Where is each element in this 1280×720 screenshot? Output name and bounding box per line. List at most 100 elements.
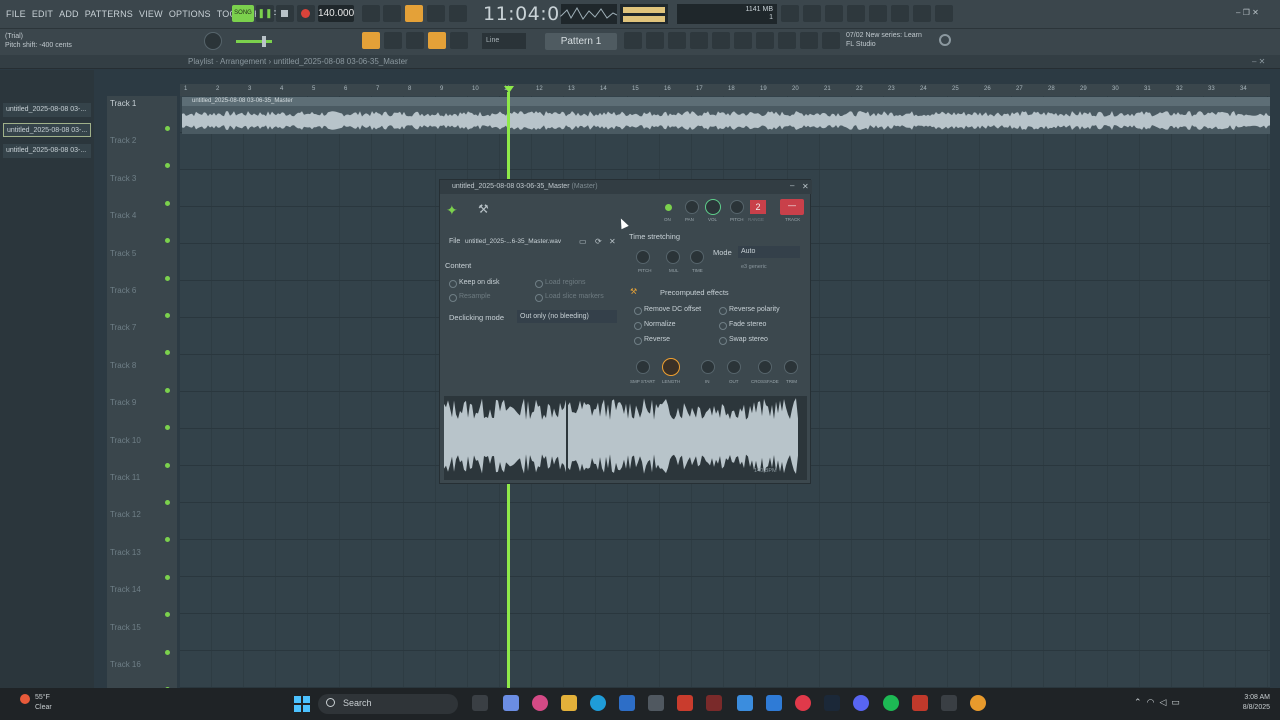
windows-start-icon[interactable] (294, 696, 310, 712)
track-label[interactable]: Track 2 (110, 136, 136, 145)
blend-notes-icon[interactable] (427, 5, 445, 22)
reverse-polarity-checkbox[interactable]: Reverse polarity (719, 306, 780, 315)
volume-icon[interactable]: ◁ (1159, 697, 1166, 707)
track-label[interactable]: Track 9 (110, 398, 136, 407)
timeline-ruler[interactable]: 1 2 3 4 5 6 7 8 9 10 11 12 13 14 15 16 17 18 19 20 21 22 23 24 2… (180, 84, 1270, 96)
song-position-display[interactable]: 11:04:04 (483, 3, 572, 25)
track-mute-led[interactable] (165, 350, 170, 356)
cut-icon[interactable] (803, 5, 821, 22)
crossfade-knob[interactable] (758, 360, 772, 374)
playhead-marker-icon[interactable] (504, 86, 514, 93)
mixer-icon[interactable] (891, 5, 909, 22)
chat-icon[interactable] (913, 5, 931, 22)
plugin-picker-icon[interactable] (712, 32, 730, 49)
volume-knob[interactable] (705, 199, 721, 215)
task-view-icon[interactable] (472, 695, 488, 711)
track-mute-led[interactable] (165, 612, 170, 618)
stop-icon[interactable] (276, 5, 294, 22)
track-mute-led[interactable] (165, 649, 170, 655)
track-label[interactable]: Track 13 (110, 548, 141, 557)
browser-icon[interactable] (734, 32, 752, 49)
menu-add[interactable]: ADD (59, 9, 79, 19)
remove-file-icon[interactable]: ✕ (609, 237, 616, 246)
app-icon[interactable] (737, 695, 753, 711)
tools-icon[interactable] (756, 32, 774, 49)
close-icon[interactable]: ✕ (1252, 8, 1259, 17)
clip-item[interactable]: untitled_2025-08-08 03-... (3, 103, 91, 117)
master-pitch-knob[interactable] (204, 32, 222, 50)
track-mute-led[interactable] (165, 537, 170, 543)
fade-stereo-checkbox[interactable]: Fade stereo (719, 321, 766, 330)
fl-studio-icon[interactable] (970, 695, 986, 711)
track-label[interactable]: Track 14 (110, 585, 141, 594)
record-icon[interactable] (297, 5, 315, 22)
sampler-close-icon[interactable]: ✕ (802, 182, 809, 191)
channel-rack-icon-2[interactable] (668, 32, 686, 49)
spotify-icon[interactable] (883, 695, 899, 711)
track-label[interactable]: Track 12 (110, 510, 141, 519)
file-explorer-icon[interactable] (561, 695, 577, 711)
track-mute-led[interactable] (165, 275, 170, 281)
news-panel[interactable]: 07/02 New series: Learn FL Studio (846, 31, 922, 49)
app-icon[interactable] (795, 695, 811, 711)
track-label[interactable]: Track 11 (110, 473, 140, 482)
track-mute-led[interactable] (165, 313, 170, 318)
copilot-icon[interactable] (503, 695, 519, 711)
export-icon[interactable] (935, 5, 953, 22)
track-mute-led[interactable] (165, 126, 170, 131)
trim-knob[interactable] (784, 360, 798, 374)
wrench-tab-icon[interactable]: ⚒ (478, 202, 489, 216)
wait-input-icon[interactable] (383, 5, 401, 22)
out-knob[interactable] (727, 360, 741, 374)
app-icon[interactable] (706, 695, 722, 711)
tray-chevron-icon[interactable]: ⌃ (1134, 697, 1142, 707)
menu-patterns[interactable]: PATTERNS (85, 9, 133, 19)
pencil-icon[interactable] (406, 32, 424, 49)
swap-stereo-checkbox[interactable]: Swap stereo (719, 336, 768, 345)
declicking-select[interactable]: Out only (no bleeding) (517, 310, 617, 323)
link-icon[interactable] (428, 32, 446, 49)
app-icon[interactable] (648, 695, 664, 711)
ts-time-knob[interactable] (690, 250, 704, 264)
load-regions-checkbox[interactable]: Load regions (535, 279, 585, 288)
sampler-minimize-icon[interactable]: – (790, 181, 794, 190)
ts-mul-knob[interactable] (666, 250, 680, 264)
track-label[interactable]: Track 8 (110, 361, 136, 370)
taskbar-search[interactable]: Search (318, 694, 458, 714)
pattern-selector[interactable]: Pattern 1 (545, 33, 617, 50)
app-icon[interactable] (677, 695, 693, 711)
reload-icon[interactable]: ⟳ (595, 237, 602, 246)
minimize-icon[interactable]: – (1236, 8, 1240, 17)
stamp-icon[interactable] (450, 32, 468, 49)
sampler-title-bar[interactable]: untitled_2025-08-08 03-06-35_Master (Mas… (440, 180, 812, 194)
track-label[interactable]: Track 10 (110, 436, 141, 445)
track-label[interactable]: Track 7 (110, 323, 136, 332)
menu-file[interactable]: FILE (6, 9, 26, 19)
audio-clip-title[interactable]: untitled_2025-08-08 03-06-35_Master (182, 97, 1270, 106)
track-mute-led[interactable] (165, 500, 170, 505)
metronome-icon[interactable] (362, 5, 380, 22)
sample-waveform-view[interactable]: 140 BPM (444, 396, 807, 480)
settings-gear-icon[interactable] (939, 34, 951, 46)
outlook-icon[interactable] (766, 695, 782, 711)
track-label[interactable]: Track 6 (110, 286, 136, 295)
track-label[interactable]: Track 5 (110, 249, 136, 258)
open-folder-icon[interactable]: ▭ (579, 237, 587, 246)
length-knob[interactable] (662, 358, 680, 376)
app-icon[interactable] (941, 695, 957, 711)
clip-item[interactable]: untitled_2025-08-08 03-... (3, 144, 91, 158)
undo-icon[interactable] (781, 5, 799, 22)
normalize-checkbox[interactable]: Normalize (634, 321, 676, 330)
keep-on-disk-checkbox[interactable]: Keep on disk (449, 279, 499, 288)
piano-roll-snap-icon[interactable] (362, 32, 380, 49)
track-label[interactable]: Track 3 (110, 174, 136, 183)
discord-icon[interactable] (853, 695, 869, 711)
clip-item[interactable]: untitled_2025-08-08 03-... (3, 123, 91, 137)
loop-record-icon[interactable] (449, 5, 467, 22)
track-mute-led[interactable] (165, 200, 170, 206)
pitch-knob[interactable] (730, 200, 744, 214)
mode-select[interactable]: Auto (738, 246, 800, 258)
wifi-icon[interactable]: ◠ (1147, 697, 1155, 707)
remove-dc-offset-checkbox[interactable]: Remove DC offset (634, 306, 701, 315)
track-label[interactable]: Track 1 (110, 99, 136, 108)
